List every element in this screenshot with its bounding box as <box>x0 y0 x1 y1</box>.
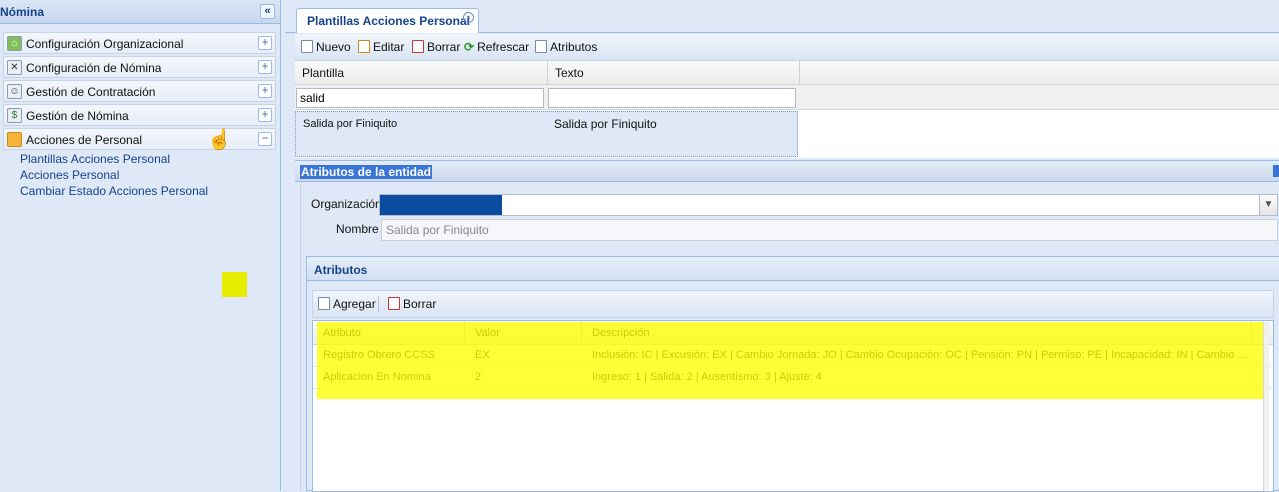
expand-icon[interactable]: + <box>258 36 272 50</box>
chevron-down-icon[interactable]: ▼ <box>1259 195 1277 215</box>
edit-button[interactable]: Editar <box>358 40 404 54</box>
column-header-descripcion[interactable]: Descripción <box>582 321 1252 345</box>
cell-descripcion: Inclusión: IC | Excusión: EX | Cambio Jo… <box>592 349 1247 361</box>
table-row[interactable]: Aplicacion En Nomina 2 Ingreso: 1 | Sali… <box>313 367 1273 389</box>
grid-header: Plantilla Texto <box>295 61 1279 85</box>
main-toolbar: Nuevo Editar Borrar ⟳ Refrescar Atributos <box>295 34 1279 61</box>
edit-label: Editar <box>373 40 405 54</box>
navigation-header: Nómina « <box>0 0 280 24</box>
add-label: Agregar <box>333 297 376 311</box>
double-chevron-left-icon[interactable]: « <box>260 4 275 19</box>
cell-descripcion: Ingreso: 1 | Salida: 2 | Ausentismo: 3 |… <box>592 371 822 383</box>
delete-button[interactable]: Borrar <box>412 40 460 54</box>
tab-label: Plantillas Acciones Personal <box>307 14 470 28</box>
filter-plantilla-input[interactable] <box>296 88 544 108</box>
entity-collapse-icon[interactable] <box>1273 165 1279 177</box>
add-button[interactable]: Agregar <box>318 297 376 311</box>
new-button[interactable]: Nuevo <box>301 40 351 54</box>
templates-grid: Plantilla Texto Salida por Finiquito Sal… <box>295 61 1279 158</box>
sub-menu: Plantillas Acciones Personal Acciones Pe… <box>20 152 208 200</box>
vertical-scrollbar[interactable] <box>1263 322 1269 491</box>
sidebar-item-label: Acciones de Personal <box>26 133 143 147</box>
delete-label: Borrar <box>427 40 461 54</box>
cell-atributo: Registro Obrero CCSS <box>323 349 435 361</box>
sub-link-acciones[interactable]: Acciones Personal <box>20 168 208 184</box>
sidebar-item-acciones-personal[interactable]: Acciones de Personal − <box>3 128 276 150</box>
atributos-header: Atributos <box>307 257 1279 281</box>
close-icon[interactable]: × <box>463 12 474 23</box>
tab-strip: Plantillas Acciones Personal × <box>285 0 1279 33</box>
payroll-icon: $ <box>7 108 22 123</box>
refresh-icon: ⟳ <box>464 40 475 54</box>
sidebar-item-label: Gestión de Contratación <box>26 85 156 99</box>
table-row[interactable]: Salida por Finiquito Salida por Finiquit… <box>295 111 798 157</box>
navigation-title: Nómina <box>0 5 45 19</box>
new-label: Nuevo <box>316 40 351 54</box>
sidebar-item-label: Gestión de Nómina <box>26 109 129 123</box>
cell-texto: Salida por Finiquito <box>554 117 657 131</box>
attributes-icon <box>535 40 547 53</box>
delete-label: Borrar <box>403 297 437 311</box>
organizacion-label: Organización <box>311 197 382 211</box>
entity-panel-header: Atributos de la entidad <box>295 160 1279 182</box>
nombre-label: Nombre <box>336 222 379 236</box>
atributos-grid-header: Atributo Valor Descripción <box>313 321 1273 345</box>
sidebar-item-gestion-contratacion[interactable]: ☺ Gestión de Contratación + <box>3 80 276 102</box>
cell-valor: 2 <box>475 371 482 383</box>
organizacion-combo[interactable]: ▼ <box>379 194 1278 216</box>
edit-icon <box>358 40 370 53</box>
sidebar-item-configuracion-nomina[interactable]: ✕ Configuración de Nómina + <box>3 56 276 78</box>
table-row[interactable]: Registro Obrero CCSS EX Inclusión: IC | … <box>313 345 1273 367</box>
filter-texto-input[interactable] <box>548 88 796 108</box>
column-header-plantilla[interactable]: Plantilla <box>295 61 548 85</box>
expand-icon[interactable]: + <box>258 84 272 98</box>
atributos-grid: Atributo Valor Descripción Registro Obre… <box>312 320 1274 492</box>
cell-atributo: Aplicacion En Nomina <box>323 371 431 383</box>
sub-link-cambiar-estado[interactable]: Cambiar Estado Acciones Personal <box>20 184 208 200</box>
atributos-title: Atributos <box>314 263 368 277</box>
cell-valor: EX <box>475 349 490 361</box>
sidebar-item-label: Configuración de Nómina <box>26 61 162 75</box>
folder-icon <box>7 132 22 147</box>
organizacion-selected-value <box>380 195 502 215</box>
delete-icon <box>412 40 424 53</box>
column-header-valor[interactable]: Valor <box>465 321 582 345</box>
delete-icon <box>388 297 400 310</box>
sub-link-plantillas[interactable]: Plantillas Acciones Personal <box>20 152 208 168</box>
tab-plantillas[interactable]: Plantillas Acciones Personal × <box>296 8 479 33</box>
column-header-atributo[interactable]: Atributo <box>313 321 465 345</box>
refresh-button[interactable]: ⟳ Refrescar <box>464 40 529 54</box>
expand-icon[interactable]: + <box>258 60 272 74</box>
navigation-panel: Nómina « ⌂ Configuración Organizacional … <box>0 0 281 491</box>
column-header-texto[interactable]: Texto <box>548 61 800 85</box>
attributes-button[interactable]: Atributos <box>535 40 597 54</box>
delete-attribute-button[interactable]: Borrar <box>388 297 436 311</box>
expand-icon[interactable]: + <box>258 108 272 122</box>
atributos-toolbar: Agregar Borrar <box>312 290 1274 318</box>
sidebar-item-configuracion-organizacional[interactable]: ⌂ Configuración Organizacional + <box>3 32 276 54</box>
refresh-label: Refrescar <box>477 40 530 54</box>
entity-panel-title: Atributos de la entidad <box>300 165 433 179</box>
main-area: Plantillas Acciones Personal × Nuevo Edi… <box>285 0 1279 492</box>
new-document-icon <box>301 40 313 53</box>
sidebar-item-label: Configuración Organizacional <box>26 37 184 51</box>
nombre-field[interactable]: Salida por Finiquito <box>381 219 1278 241</box>
collapse-icon[interactable]: − <box>258 132 272 146</box>
toolbar-separator <box>378 296 379 312</box>
entity-form: Organización ▼ Nombre Salida por Finiqui… <box>300 184 1279 492</box>
filter-row <box>295 85 1279 110</box>
attributes-label: Atributos <box>550 40 598 54</box>
sidebar-item-gestion-nomina[interactable]: $ Gestión de Nómina + <box>3 104 276 126</box>
people-icon: ☺ <box>7 84 22 99</box>
home-icon: ⌂ <box>7 36 22 51</box>
hand-cursor-icon: ☝ <box>207 129 232 151</box>
cell-plantilla: Salida por Finiquito <box>303 118 398 130</box>
yellow-marker <box>222 272 247 297</box>
atributos-panel: Atributos Agregar Borrar Atributo Valor … <box>306 256 1279 492</box>
tools-icon: ✕ <box>7 60 22 75</box>
add-icon <box>318 297 330 310</box>
